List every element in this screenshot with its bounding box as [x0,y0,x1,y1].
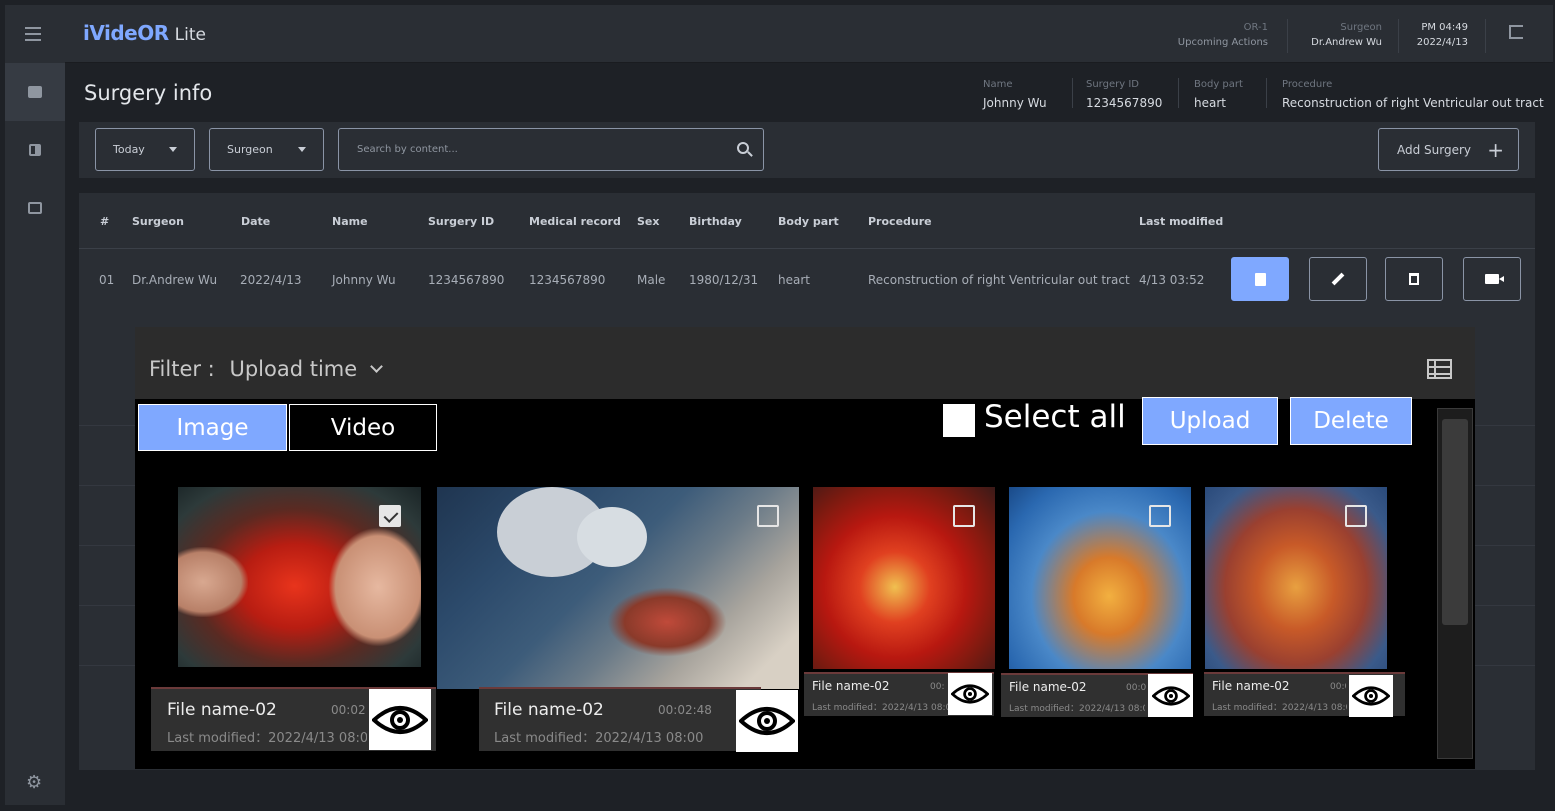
image-checkbox[interactable] [757,505,779,527]
eye-icon[interactable] [736,690,798,752]
surgeon-value: Dr.Andrew Wu [1311,37,1382,48]
tab-image[interactable]: Image [138,404,287,451]
rail-item-report[interactable] [5,179,65,237]
hamburger-icon[interactable] [25,27,41,45]
eye-icon[interactable] [1148,674,1193,717]
room-value[interactable]: Upcoming Actions [1170,35,1268,50]
page-header: Surgery info Name Johnny Wu Surgery ID 123… [65,64,1553,122]
info-procedure: Procedure Reconstruction of right Ventric… [1282,79,1544,110]
top-bar: iVideOR Lite OR-1 Upcoming Actions Surgeo… [65,5,1553,63]
eye-icon[interactable] [1349,675,1393,717]
gallery-scrollbar[interactable] [1437,408,1473,759]
view-record-button[interactable] [1231,257,1289,301]
upload-time-filter[interactable]: Filter : Upload time [149,357,383,381]
document-icon [1254,272,1266,286]
select-all-checkbox[interactable] [943,404,975,437]
image-checkbox[interactable] [1345,505,1367,527]
info-body-part: Body part heart [1194,79,1243,110]
edit-button[interactable] [1309,257,1367,301]
clock: PM 04:49 2022/4/13 [1405,20,1468,50]
room-label: OR-1 [1243,22,1268,33]
video-camera-icon [1485,274,1504,284]
left-rail: ⚙ [5,5,65,805]
info-surgery-id: Surgery ID 1234567890 [1086,79,1163,110]
surgery-image-4[interactable] [1009,487,1191,669]
gallery-header: Filter : Upload time [135,327,1475,399]
clock-date: 2022/4/13 [1416,37,1468,48]
add-surgery-button[interactable]: Add Surgery + [1378,128,1519,171]
gear-icon[interactable]: ⚙ [26,772,42,793]
surgeon-select[interactable]: Surgeon [209,128,324,171]
table-header: # Surgeon Date Name Surgery ID Medical r… [79,193,1535,249]
filter-bar: Today Surgeon Search by content... Add S… [79,122,1535,178]
media-gallery: Filter : Upload time Image Video Select … [135,327,1475,769]
image-caption-2: File name-02 00:02:48 Last modified：2022… [479,687,761,751]
document-icon [28,86,42,98]
delete-button[interactable]: Delete [1290,397,1412,445]
app-edition: Lite [174,25,206,45]
surgeon-info: Surgeon Dr.Andrew Wu [1290,20,1382,50]
caret-down-icon [169,147,177,152]
date-select[interactable]: Today [95,128,195,171]
checklist-icon [28,202,42,214]
rail-item-video[interactable] [5,121,65,179]
filter-value[interactable]: Upload time [229,357,357,381]
image-checkbox[interactable] [379,505,401,527]
delete-record-button[interactable] [1385,257,1443,301]
image-checkbox[interactable] [1149,505,1171,527]
list-view-icon[interactable] [1427,359,1452,379]
surgery-image-2[interactable] [437,487,799,689]
table-row[interactable]: 01 Dr.Andrew Wu 2022/4/13 Johnny Wu 1234… [79,250,1535,310]
trash-icon [1409,273,1419,285]
search-input[interactable]: Search by content... [338,128,764,171]
surgeon-label: Surgeon [1340,22,1382,33]
filter-label: Filter : [149,357,215,381]
page-title: Surgery info [84,81,213,105]
search-icon[interactable] [737,142,749,154]
tab-video[interactable]: Video [289,404,437,451]
pencil-icon [1331,272,1345,286]
clock-time: PM 04:49 [1421,22,1468,33]
video-record-button[interactable] [1463,257,1521,301]
upload-button[interactable]: Upload [1142,397,1278,445]
room-info: OR-1 Upcoming Actions [1170,20,1268,50]
eye-icon[interactable] [948,673,992,715]
caret-down-icon [298,147,306,152]
video-camera-icon [29,144,41,156]
select-all-label[interactable]: Select all [984,399,1126,435]
scrollbar-thumb[interactable] [1442,419,1468,625]
logout-icon[interactable] [1509,25,1523,39]
surgery-image-1[interactable] [178,487,421,667]
rail-item-surgery[interactable] [5,63,65,121]
chevron-down-icon[interactable] [369,360,383,373]
plus-icon: + [1487,138,1504,162]
surgery-image-5[interactable] [1205,487,1387,669]
app-logo: iVideOR Lite [83,21,206,45]
surgery-image-3[interactable] [813,487,995,669]
eye-icon[interactable] [369,689,431,750]
image-checkbox[interactable] [953,505,975,527]
info-name: Name Johnny Wu [983,79,1047,110]
